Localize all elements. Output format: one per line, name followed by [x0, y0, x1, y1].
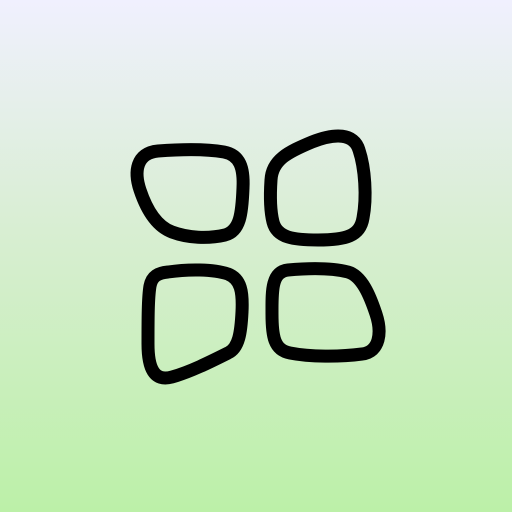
top-right-square-outline — [263, 129, 372, 247]
bottom-left-square-outline — [141, 263, 249, 385]
bottom-right-square-outline — [265, 262, 386, 363]
top-left-square-outline — [130, 143, 250, 244]
four-rounded-squares-grid-icon — [130, 129, 386, 385]
app-icon-tile[interactable] — [0, 0, 512, 512]
